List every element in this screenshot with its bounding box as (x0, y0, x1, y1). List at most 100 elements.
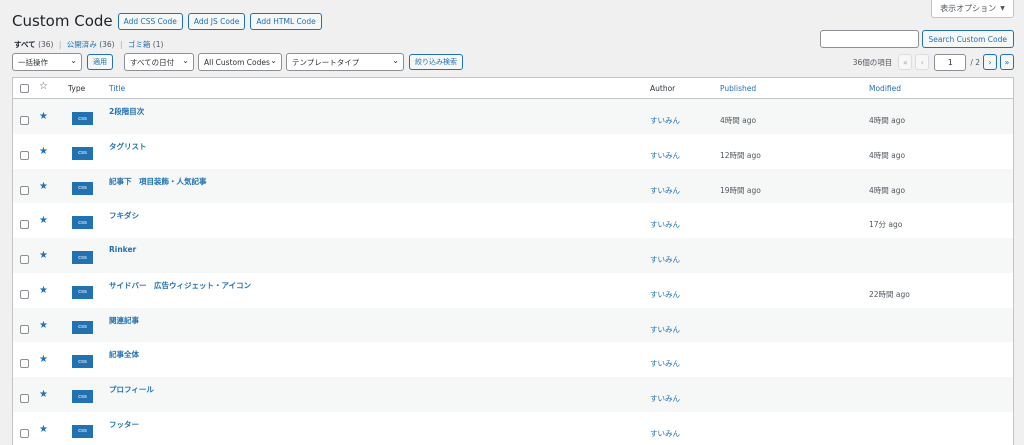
table-row: ★ css フッターすいみん (13, 412, 1013, 445)
published-time: 4時間 ago (720, 116, 757, 125)
star-icon[interactable]: ★ (39, 355, 48, 365)
chevron-down-icon: ⌄ (270, 56, 277, 65)
column-title-header[interactable]: Title (109, 84, 125, 93)
current-page-input[interactable]: 1 (934, 53, 967, 71)
tablenav-top: 一括操作 ⌄ 適用 すべての日付 ⌄ All Custom Codes ⌄ テン… (12, 53, 1014, 71)
author-link[interactable]: すいみん (650, 358, 680, 369)
author-link[interactable]: すいみん (650, 150, 680, 161)
row-checkbox[interactable] (20, 185, 29, 195)
column-published-header[interactable]: Published (720, 84, 756, 93)
template-type-filter-value: テンプレートタイプ (292, 57, 360, 67)
type-badge: css (72, 424, 93, 438)
modified-time: 4時間 ago (869, 185, 906, 195)
add-js-code-button[interactable]: Add JS Code (187, 12, 246, 30)
code-type-filter-select[interactable]: All Custom Codes ⌄ (198, 53, 282, 71)
table-header: ☆ Type Title Author Published Modified (13, 78, 1013, 99)
code-title-link[interactable]: タグリスト (109, 141, 147, 152)
type-badge: css (72, 390, 93, 403)
published-time: 12時間 ago (720, 150, 761, 160)
total-pages: / 2 (970, 57, 980, 67)
prev-page-button[interactable]: ‹ (915, 54, 930, 70)
table-row: ★ css 2段階目次すいみん 4時間 ago 4時間 ago (13, 99, 1013, 134)
table-row: ★ css タグリスト すいみん 12時間 ago 4時間 ago (13, 134, 1013, 169)
template-type-filter-select[interactable]: テンプレートタイプ ⌄ (286, 53, 404, 71)
next-page-button[interactable]: › (983, 54, 997, 70)
filter-trash-link[interactable]: ゴミ箱 (128, 40, 151, 49)
code-title-link[interactable]: プロフィール (109, 384, 154, 395)
filter-all-link[interactable]: すべて (14, 40, 36, 49)
table-row: ★ css 記事全体すいみん (13, 342, 1013, 377)
row-checkbox[interactable] (20, 255, 29, 264)
star-icon[interactable]: ★ (39, 181, 48, 192)
row-checkbox[interactable] (20, 428, 29, 438)
author-link[interactable]: すいみん (650, 393, 680, 404)
type-badge: css (72, 320, 93, 334)
search-box: Search Custom Code (819, 30, 1014, 48)
author-link[interactable]: すいみん (650, 324, 680, 335)
code-title-link[interactable]: 記事全体 (109, 349, 139, 360)
filter-published-link[interactable]: 公開済み (67, 40, 97, 49)
star-icon[interactable]: ★ (39, 285, 48, 296)
star-icon[interactable]: ★ (39, 146, 48, 157)
table-row: ★ css 関連記事すいみん (13, 307, 1013, 343)
modified-time: 4時間 ago (869, 116, 906, 125)
row-checkbox[interactable] (20, 289, 29, 299)
author-link[interactable]: すいみん (650, 185, 680, 196)
star-icon[interactable]: ★ (39, 320, 48, 331)
code-title-link[interactable]: 2段階目次 (109, 106, 144, 117)
add-css-code-button[interactable]: Add CSS Code (117, 12, 183, 30)
code-title-link[interactable]: フッター (109, 419, 139, 430)
star-icon[interactable]: ★ (39, 390, 48, 400)
type-badge: css (72, 112, 93, 125)
table-row: ★ css 記事下 項目装飾・人気記事 すいみん 19時間 ago 4時間 ago (13, 168, 1013, 204)
star-icon[interactable]: ★ (39, 112, 48, 122)
add-html-code-button[interactable]: Add HTML Code (250, 12, 322, 30)
row-checkbox[interactable] (20, 150, 29, 160)
filter-published-count: (36) (99, 40, 115, 49)
author-link[interactable]: すいみん (650, 254, 680, 265)
items-count: 36個の項目 (852, 57, 893, 67)
table-row: ★ css サイドバー 広告ウィジェット・アイコン すいみん 22時間 ago (13, 273, 1013, 308)
last-page-button[interactable]: » (1000, 54, 1014, 70)
separator: | (119, 40, 123, 49)
first-page-button[interactable]: « (898, 54, 913, 70)
page-title: Custom Code (12, 12, 113, 30)
status-filter-links: すべて (36) | 公開済み (36) | ゴミ箱 (1) (14, 39, 163, 50)
star-icon[interactable]: ★ (39, 251, 48, 261)
type-badge: css (72, 355, 93, 369)
column-modified-header[interactable]: Modified (869, 84, 901, 93)
bulk-action-select[interactable]: 一括操作 ⌄ (12, 53, 82, 71)
star-icon[interactable]: ★ (39, 216, 48, 226)
date-filter-value: すべての日付 (130, 57, 175, 67)
chevron-down-icon: ⌄ (392, 56, 399, 65)
select-all-checkbox[interactable] (20, 84, 29, 93)
date-filter-select[interactable]: すべての日付 ⌄ (124, 53, 194, 71)
row-checkbox[interactable] (20, 394, 29, 403)
code-title-link[interactable]: 関連記事 (109, 315, 139, 326)
author-link[interactable]: すいみん (650, 115, 680, 126)
author-link[interactable]: すいみん (650, 219, 680, 230)
modified-time: 22時間 ago (869, 289, 910, 299)
row-checkbox[interactable] (20, 324, 29, 334)
code-title-link[interactable]: フキダシ (109, 210, 139, 221)
bulk-action-value: 一括操作 (18, 57, 48, 67)
search-input[interactable] (819, 30, 919, 48)
type-badge: css (72, 251, 93, 264)
screen-options-button[interactable]: 表示オプション ▼ (931, 0, 1014, 18)
star-outline-icon[interactable]: ☆ (39, 82, 48, 92)
code-title-link[interactable]: Rinker (109, 245, 136, 254)
modified-time: 17分 ago (869, 220, 903, 230)
row-checkbox[interactable] (20, 220, 29, 230)
star-icon[interactable]: ★ (39, 424, 48, 435)
author-link[interactable]: すいみん (650, 289, 680, 300)
apply-button[interactable]: 適用 (87, 54, 113, 70)
search-button[interactable]: Search Custom Code (921, 30, 1014, 48)
code-title-link[interactable]: サイドバー 広告ウィジェット・アイコン (109, 280, 251, 291)
filter-button[interactable]: 絞り込み検索 (409, 54, 463, 70)
code-title-link[interactable]: 記事下 項目装飾・人気記事 (109, 176, 207, 187)
author-link[interactable]: すいみん (650, 428, 680, 439)
page-header: Custom Code Add CSS Code Add JS Code Add… (12, 12, 327, 30)
row-checkbox[interactable] (20, 116, 29, 125)
table-row: ★ css プロフィールすいみん (13, 377, 1013, 412)
row-checkbox[interactable] (20, 359, 29, 369)
